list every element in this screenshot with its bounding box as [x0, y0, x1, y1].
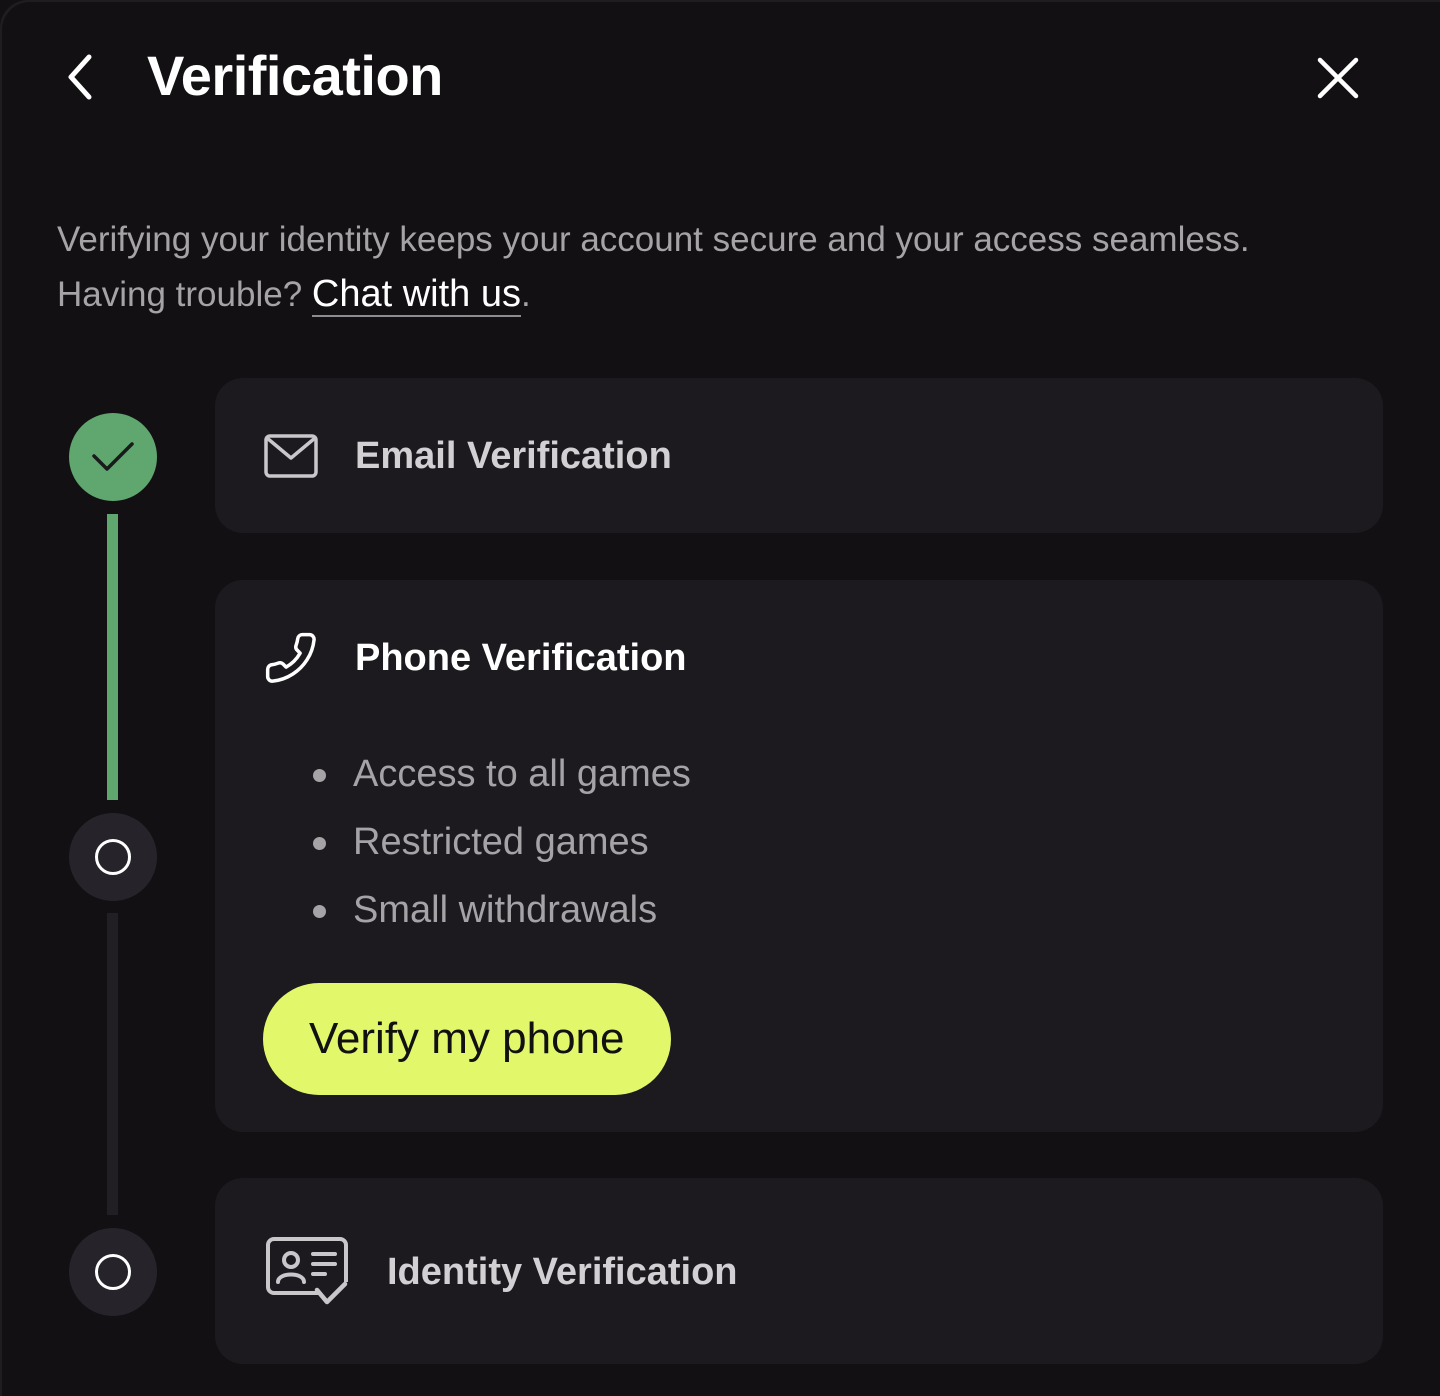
phone-verification-card: Phone Verification Access to all games R…	[215, 580, 1383, 1132]
phone-icon	[265, 632, 316, 683]
description-line-2: Having trouble? Chat with us.	[57, 267, 1377, 322]
list-item: Small withdrawals	[313, 876, 691, 944]
chat-with-us-link[interactable]: Chat with us	[311, 273, 521, 317]
step-2-indicator	[69, 813, 157, 901]
verify-my-phone-button[interactable]: Verify my phone	[263, 983, 671, 1095]
description: Verifying your identity keeps your accou…	[57, 212, 1377, 322]
checkmark-icon	[92, 442, 134, 471]
email-verification-card[interactable]: Email Verification	[215, 378, 1383, 533]
list-item: Restricted games	[313, 808, 691, 876]
close-icon	[1317, 57, 1359, 99]
back-button[interactable]	[58, 50, 102, 104]
chevron-left-icon	[68, 54, 92, 100]
step-1-completed-indicator	[69, 413, 157, 501]
page-title: Verification	[147, 44, 443, 107]
card-header: Email Verification	[263, 426, 672, 486]
list-item: Access to all games	[313, 740, 691, 808]
step-connector-pending	[107, 913, 118, 1215]
step-3-indicator	[69, 1228, 157, 1316]
phone-verification-title: Phone Verification	[355, 636, 687, 679]
identity-verification-title: Identity Verification	[387, 1250, 738, 1293]
card-header: Phone Verification	[263, 628, 687, 688]
verification-panel: Verification Verifying your identity kee…	[0, 0, 1440, 1396]
step-connector-completed	[107, 514, 118, 800]
id-card-icon	[266, 1237, 349, 1308]
close-button[interactable]	[1308, 48, 1368, 108]
envelope-icon	[264, 434, 318, 478]
empty-circle-icon	[95, 1254, 131, 1290]
empty-circle-icon	[95, 839, 131, 875]
phone-benefits-list: Access to all games Restricted games Sma…	[313, 740, 691, 944]
card-header: Identity Verification	[265, 1236, 738, 1308]
identity-verification-card[interactable]: Identity Verification	[215, 1178, 1383, 1364]
trouble-text: Having trouble?	[57, 275, 312, 314]
description-line-1: Verifying your identity keeps your accou…	[57, 220, 1250, 259]
description-period: .	[520, 275, 531, 314]
email-verification-title: Email Verification	[355, 434, 672, 477]
